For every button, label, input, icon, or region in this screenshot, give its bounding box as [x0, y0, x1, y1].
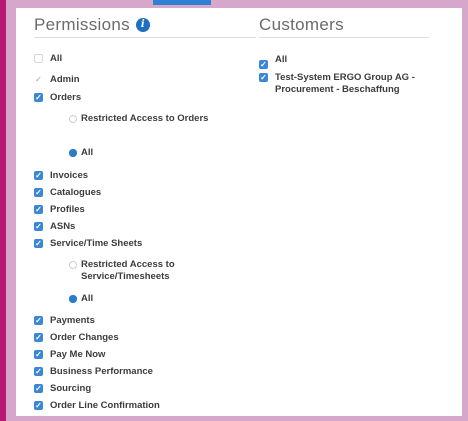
perm-orders-all[interactable]: All	[69, 147, 93, 159]
perm-orders-restricted[interactable]: Restricted Access to Orders	[69, 113, 219, 125]
customer-ergo-checkbox[interactable]: ✓	[259, 73, 268, 82]
perm-service-restricted-label: Restricted Access to Service/Timesheets	[81, 259, 175, 282]
perm-pay-me-now-checkbox[interactable]: ✓	[34, 350, 43, 359]
perm-orders-label: Orders	[50, 92, 82, 103]
perm-order-changes-label: Order Changes	[50, 332, 119, 343]
perm-catalogues-checkbox[interactable]: ✓	[34, 188, 43, 197]
perm-admin-checkbox[interactable]: ✓	[34, 75, 43, 84]
perm-profiles-label: Profiles	[50, 204, 85, 215]
perm-sourcing-checkbox[interactable]: ✓	[34, 384, 43, 393]
perm-orders-all-radio[interactable]	[69, 149, 77, 157]
perm-orders-all-label: All	[81, 147, 94, 158]
perm-payments[interactable]: ✓ Payments	[34, 315, 95, 327]
perm-payments-checkbox[interactable]: ✓	[34, 316, 43, 325]
perm-admin-label: Admin	[50, 74, 80, 85]
perm-business-performance[interactable]: ✓ Business Performance	[34, 366, 153, 378]
customer-all[interactable]: ✓ All	[259, 54, 287, 69]
perm-sourcing[interactable]: ✓ Sourcing	[34, 383, 91, 395]
perm-business-performance-label: Business Performance	[50, 366, 153, 377]
perm-service-timesheets[interactable]: ✓ Service/Time Sheets	[34, 238, 142, 250]
perm-service-all[interactable]: All	[69, 293, 93, 305]
customers-header: Customers	[259, 8, 429, 38]
perm-orders-checkbox[interactable]: ✓	[34, 93, 43, 102]
perm-invoices-label: Invoices	[50, 170, 89, 181]
perm-pay-me-now[interactable]: ✓ Pay Me Now	[34, 349, 105, 361]
perm-invoices[interactable]: ✓ Invoices	[34, 170, 88, 182]
perm-order-line-confirmation[interactable]: ✓ Order Line Confirmation	[34, 400, 160, 412]
customers-column: Customers ✓ All ✓ Test-System ERGO Group…	[259, 8, 459, 95]
permissions-header: Permissions i	[34, 8, 256, 38]
top-tab-indicator	[153, 0, 211, 5]
perm-admin[interactable]: ✓ Admin	[34, 74, 80, 86]
perm-service-restricted-radio[interactable]	[69, 261, 77, 269]
perm-all[interactable]: All	[34, 53, 62, 65]
perm-catalogues[interactable]: ✓ Catalogues	[34, 187, 101, 199]
permissions-panel: Permissions i All ✓ Admin ✓ Orders Restr…	[16, 8, 462, 416]
customer-all-checkbox[interactable]: ✓	[259, 60, 268, 69]
perm-service-timesheets-label: Service/Time Sheets	[50, 238, 143, 249]
perm-service-restricted[interactable]: Restricted Access to Service/Timesheets	[69, 259, 239, 283]
perm-service-all-label: All	[81, 293, 94, 304]
perm-service-timesheets-checkbox[interactable]: ✓	[34, 239, 43, 248]
customer-ergo-label: Test-System ERGO Group AG - Procurement …	[275, 72, 415, 95]
perm-all-checkbox[interactable]	[34, 54, 43, 63]
perm-orders[interactable]: ✓ Orders	[34, 92, 81, 104]
perm-orders-restricted-radio[interactable]	[69, 115, 77, 123]
perm-order-line-confirmation-label: Order Line Confirmation	[50, 400, 160, 411]
perm-business-performance-checkbox[interactable]: ✓	[34, 367, 43, 376]
info-icon[interactable]: i	[135, 17, 150, 32]
perm-profiles[interactable]: ✓ Profiles	[34, 204, 85, 216]
perm-orders-restricted-label: Restricted Access to Orders	[81, 113, 209, 124]
permissions-column: Permissions i All ✓ Admin ✓ Orders Restr…	[34, 8, 256, 411]
perm-profiles-checkbox[interactable]: ✓	[34, 205, 43, 214]
perm-catalogues-label: Catalogues	[50, 187, 102, 198]
perm-asns-label: ASNs	[50, 221, 76, 232]
perm-order-line-confirmation-checkbox[interactable]: ✓	[34, 401, 43, 410]
perm-asns[interactable]: ✓ ASNs	[34, 221, 75, 233]
customers-title: Customers	[259, 14, 344, 34]
perm-sourcing-label: Sourcing	[50, 383, 92, 394]
perm-order-changes[interactable]: ✓ Order Changes	[34, 332, 119, 344]
customer-ergo[interactable]: ✓ Test-System ERGO Group AG - Procuremen…	[259, 72, 419, 96]
perm-all-label: All	[50, 53, 63, 64]
permissions-title: Permissions	[34, 14, 130, 34]
perm-invoices-checkbox[interactable]: ✓	[34, 171, 43, 180]
perm-payments-label: Payments	[50, 315, 95, 326]
customer-all-label: All	[275, 54, 288, 65]
perm-asns-checkbox[interactable]: ✓	[34, 222, 43, 231]
perm-order-changes-checkbox[interactable]: ✓	[34, 333, 43, 342]
perm-pay-me-now-label: Pay Me Now	[50, 349, 106, 360]
perm-service-all-radio[interactable]	[69, 295, 77, 303]
